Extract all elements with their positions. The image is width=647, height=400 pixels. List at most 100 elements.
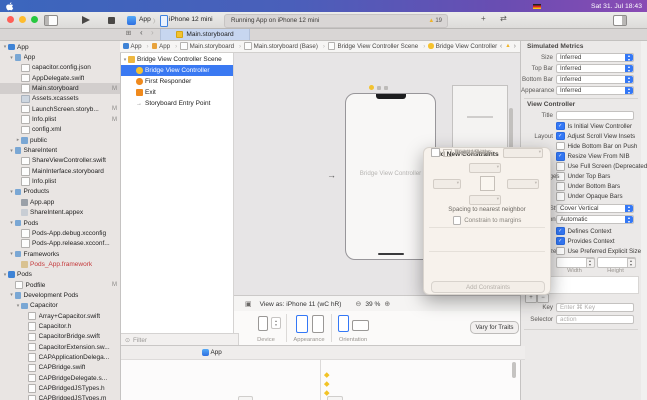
appearance-light-button[interactable]: [296, 315, 308, 333]
file-row[interactable]: ShareViewController.swift: [0, 156, 120, 166]
process-chip[interactable]: App: [202, 349, 222, 356]
content-width-field[interactable]: ▲▼: [556, 257, 595, 268]
constraint-anchor-square[interactable]: [480, 176, 495, 191]
library-add-button[interactable]: +: [481, 15, 486, 23]
file-row[interactable]: capacitor.config.json: [0, 63, 120, 73]
metric-dropdown[interactable]: Inferred▲▼: [556, 86, 634, 95]
recent-files-icon[interactable]: ⊞: [124, 28, 133, 40]
file-row[interactable]: ▾ App: [0, 42, 120, 52]
metric-dropdown[interactable]: Inferred▲▼: [556, 53, 634, 62]
file-row[interactable]: ▾ Pods: [0, 218, 120, 228]
selector-field[interactable]: action: [556, 315, 634, 324]
apple-menu[interactable]: [0, 2, 18, 11]
menu-bar-clock[interactable]: Sat 31. Jul 18:43: [591, 3, 642, 10]
file-row[interactable]: ▾ Capacitor: [0, 301, 120, 311]
issue-warning-icon[interactable]: ▲: [505, 43, 510, 49]
appearance-dark-button[interactable]: [312, 315, 324, 333]
checkbox[interactable]: [556, 162, 565, 171]
file-row[interactable]: Main.storyboard M: [0, 83, 120, 93]
file-row[interactable]: ▾ Frameworks: [0, 249, 120, 259]
variables-filter-pill[interactable]: [238, 396, 253, 400]
trailing-spacing-field[interactable]: [507, 179, 539, 189]
bottom-spacing-field[interactable]: [469, 195, 501, 205]
content-height-field[interactable]: ▲▼: [597, 257, 636, 268]
file-row[interactable]: Pods-App.release.xcconf...: [0, 239, 120, 249]
dropdown-stepper[interactable]: ▲▼: [625, 87, 633, 94]
file-row[interactable]: ▾ Development Pods: [0, 290, 120, 300]
file-row[interactable]: CapacitorExtension.sw...: [0, 342, 120, 352]
file-row[interactable]: Info.plist: [0, 176, 120, 186]
device-picker-icon[interactable]: [258, 316, 268, 331]
file-row[interactable]: CAPBridgeDelegate.s...: [0, 373, 120, 383]
metric-dropdown[interactable]: Inferred▲▼: [556, 64, 634, 73]
view-as-button[interactable]: View as: iPhone 11 (wC hR): [260, 301, 342, 308]
checkbox[interactable]: [556, 182, 565, 191]
exit-mini-icon[interactable]: [384, 86, 388, 90]
dropdown-stepper[interactable]: ▲▼: [625, 65, 633, 72]
file-row[interactable]: Podfile M: [0, 280, 120, 290]
run-button[interactable]: [82, 16, 90, 24]
file-row[interactable]: Capacitor.h: [0, 321, 120, 331]
outline-first-responder[interactable]: First Responder: [120, 76, 233, 87]
toggle-navigator-icon[interactable]: [44, 15, 58, 26]
filter-field[interactable]: Filter: [133, 337, 147, 344]
jump-bar-crumb[interactable]: Bridge View Controller: [428, 43, 497, 50]
file-row[interactable]: ▾ App: [0, 52, 120, 62]
console-filter-pill[interactable]: [327, 396, 343, 400]
check-adjust-scroll-insets[interactable]: Layout Adjust Scroll View Insets: [521, 131, 641, 141]
file-row[interactable]: Assets.xcassets: [0, 94, 120, 104]
outline-bridge-view-controller[interactable]: Bridge View Controller: [120, 65, 233, 76]
metric-dropdown[interactable]: Inferred▲▼: [556, 75, 634, 84]
disclosure-triangle[interactable]: ▾: [9, 189, 15, 195]
add-constraints-button[interactable]: Add Constraints: [431, 281, 545, 293]
file-row[interactable]: CAPBridge.swift: [0, 363, 120, 373]
disclosure-triangle[interactable]: ▾: [9, 251, 15, 257]
constrain-margins-row[interactable]: Constrain to margins: [424, 216, 550, 225]
check-initial-view-controller[interactable]: Is Initial View Controller: [521, 121, 641, 131]
file-row[interactable]: CAPBridgedJSTypes.m: [0, 394, 120, 400]
forward-button[interactable]: ›: [151, 28, 154, 37]
file-row[interactable]: ShareIntent.appex: [0, 208, 120, 218]
checkbox[interactable]: [556, 247, 565, 256]
view-controller-icon[interactable]: [369, 85, 374, 90]
dropdown-stepper[interactable]: ▲▼: [625, 54, 633, 61]
jump-bar-crumb[interactable]: Main.storyboard: [180, 42, 241, 50]
checkbox[interactable]: [556, 122, 565, 131]
scene-header[interactable]: [369, 85, 388, 90]
debug-pane-divider[interactable]: [320, 359, 321, 400]
checkbox[interactable]: [556, 227, 565, 236]
close-window-button[interactable]: [7, 16, 14, 23]
warning-count[interactable]: 19: [434, 18, 447, 24]
outline-scene-row[interactable]: ▾ Bridge View Controller Scene: [120, 54, 233, 65]
dropdown-stepper[interactable]: ▲▼: [625, 205, 633, 212]
storyboard-entry-arrow[interactable]: →: [327, 170, 336, 180]
constraint-aspect-ratio-row[interactable]: Aspect Ratio: [431, 148, 543, 157]
key-field[interactable]: Enter ⌘ Key: [556, 303, 634, 312]
console-scrollbar[interactable]: [512, 362, 516, 378]
inspector-dropdown[interactable]: Automatic▲▼: [556, 215, 634, 224]
device-stepper[interactable]: ▴▾: [271, 317, 281, 329]
file-row[interactable]: ▸ public: [0, 135, 120, 145]
relation-checkbox[interactable]: [431, 148, 440, 157]
orientation-portrait-button[interactable]: [338, 315, 349, 332]
file-row[interactable]: LaunchScreen.storyb... M: [0, 104, 120, 114]
toggle-inspector-icon[interactable]: [613, 15, 627, 26]
zoom-in-button[interactable]: ⊕: [384, 300, 390, 308]
previous-issue-button[interactable]: ‹: [500, 43, 502, 50]
file-row[interactable]: Pods-App.debug.xcconfig: [0, 228, 120, 238]
vary-for-traits-button[interactable]: Vary for Traits: [470, 321, 519, 334]
title-field[interactable]: [556, 111, 634, 120]
file-row[interactable]: ▾ Pods: [0, 270, 120, 280]
file-row[interactable]: CapacitorBridge.swift: [0, 332, 120, 342]
checkbox[interactable]: [556, 192, 565, 201]
outline-exit[interactable]: Exit: [120, 87, 233, 98]
jump-bar-crumb[interactable]: App: [152, 43, 178, 50]
dropdown-stepper[interactable]: ▲▼: [625, 216, 633, 223]
zoom-out-button[interactable]: ⊖: [355, 300, 361, 308]
tab-main-storyboard[interactable]: Main.storyboard: [160, 29, 250, 41]
inspector-dropdown[interactable]: Cover Vertical▲▼: [556, 204, 634, 213]
disclosure-triangle[interactable]: ▾: [9, 55, 15, 61]
file-row[interactable]: CAPBridgedJSTypes.h: [0, 383, 120, 393]
jump-bar-crumb[interactable]: Main.storyboard (Base): [244, 42, 325, 50]
keyboard-flag-de-icon[interactable]: [533, 4, 541, 9]
